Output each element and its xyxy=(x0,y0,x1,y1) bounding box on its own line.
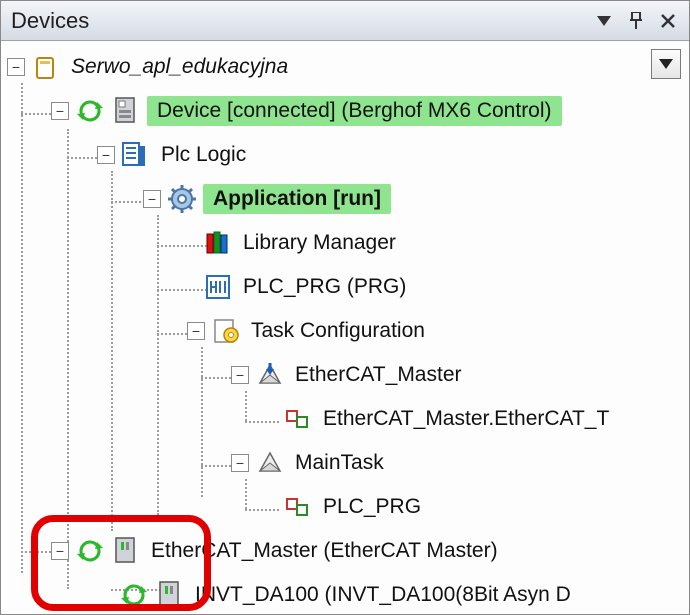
sync-icon xyxy=(119,580,149,610)
tree-item-plc-logic[interactable]: Plc Logic xyxy=(5,133,687,177)
ethercat-device-icon xyxy=(111,536,141,566)
tree-item-plcprg-call[interactable]: PLC_PRG xyxy=(5,485,687,529)
tree-label: Task Configuration xyxy=(247,317,431,345)
device-tree[interactable]: Serwo_apl_edukacyjna xyxy=(5,45,687,614)
panel-titlebar: Devices xyxy=(1,1,689,41)
plc-logic-icon xyxy=(121,140,151,170)
tree-label: EtherCAT_Master.EtherCAT_T xyxy=(319,405,615,433)
expander-icon[interactable] xyxy=(231,366,249,384)
tree-item-maintask[interactable]: MainTask xyxy=(5,441,687,485)
panel-title: Devices xyxy=(11,8,585,34)
close-button[interactable] xyxy=(655,8,681,34)
pin-button[interactable] xyxy=(623,8,649,34)
expander-icon[interactable] xyxy=(143,190,161,208)
ethercat-device-icon xyxy=(155,580,185,610)
tree-label: EtherCAT_Master xyxy=(291,361,468,389)
pou-icon xyxy=(203,272,233,302)
expander-icon[interactable] xyxy=(231,454,249,472)
devices-panel: Devices xyxy=(0,0,690,615)
expander-icon[interactable] xyxy=(51,102,69,120)
task-icon xyxy=(255,360,285,390)
tree-label: Library Manager xyxy=(239,229,402,257)
tree-label: MainTask xyxy=(291,449,390,477)
library-icon xyxy=(203,228,233,258)
tree-label: Application [run] xyxy=(203,184,391,214)
device-box-icon xyxy=(111,96,141,126)
expander-icon[interactable] xyxy=(187,322,205,340)
tree-item-ethercat-subtask[interactable]: EtherCAT_Master.EtherCAT_T xyxy=(5,397,687,441)
project-icon xyxy=(31,52,61,82)
tree-label: Serwo_apl_edukacyjna xyxy=(67,53,294,81)
tree-label: INVT_DA100 (INVT_DA100(8Bit Asyn D xyxy=(191,581,577,609)
tree-item-ethercat-master-device[interactable]: EtherCAT_Master (EtherCAT Master) xyxy=(5,529,687,573)
tree-label: Plc Logic xyxy=(157,141,252,169)
tree-label: Device [connected] (Berghof MX6 Control) xyxy=(147,96,562,126)
panel-menu-button[interactable] xyxy=(591,8,617,34)
tree-label: EtherCAT_Master (EtherCAT Master) xyxy=(147,537,504,565)
task-icon xyxy=(255,448,285,478)
tree-label: PLC_PRG (PRG) xyxy=(239,273,412,301)
tree-item-library-manager[interactable]: Library Manager xyxy=(5,221,687,265)
program-call-icon xyxy=(283,492,313,522)
tree-item-application[interactable]: Application [run] xyxy=(5,177,687,221)
tree-item-device[interactable]: Device [connected] (Berghof MX6 Control) xyxy=(5,89,687,133)
gear-icon xyxy=(167,184,197,214)
expander-icon[interactable] xyxy=(7,58,25,76)
tree-label: PLC_PRG xyxy=(319,493,427,521)
sync-icon xyxy=(75,96,105,126)
task-config-icon xyxy=(211,316,241,346)
expander-icon[interactable] xyxy=(97,146,115,164)
tree-item-ethercat-task[interactable]: EtherCAT_Master xyxy=(5,353,687,397)
tree-item-project[interactable]: Serwo_apl_edukacyjna xyxy=(5,45,687,89)
tree-item-invt-da100[interactable]: INVT_DA100 (INVT_DA100(8Bit Asyn D xyxy=(5,573,687,614)
sync-icon xyxy=(75,536,105,566)
program-call-icon xyxy=(283,404,313,434)
tree-item-task-configuration[interactable]: Task Configuration xyxy=(5,309,687,353)
expander-icon[interactable] xyxy=(51,542,69,560)
tree-item-plc-prg[interactable]: PLC_PRG (PRG) xyxy=(5,265,687,309)
